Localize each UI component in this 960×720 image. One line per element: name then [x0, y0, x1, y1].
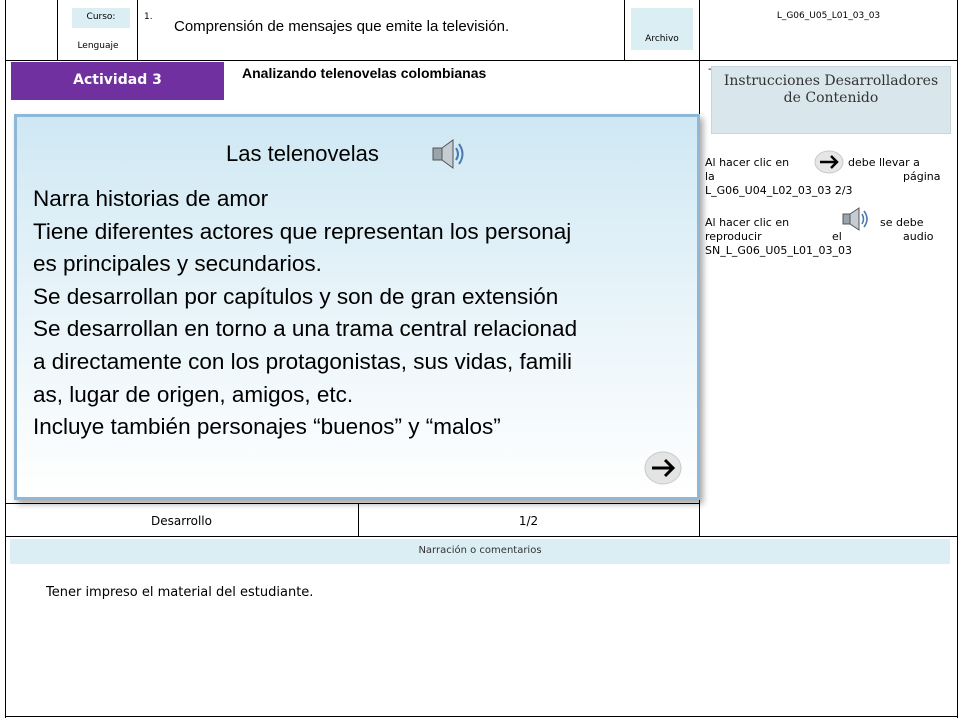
panel-line: es principales y secundarios. — [33, 251, 322, 277]
frame-left — [5, 0, 6, 718]
header-divider-3 — [624, 0, 625, 60]
speaker-small-icon — [840, 204, 872, 234]
narration-label: Narración o comentarios — [418, 545, 542, 556]
next-arrow-icon[interactable] — [643, 449, 683, 487]
rule1-text-b: debe llevar a — [848, 156, 920, 169]
rule1-text-e: L_G06_U04_L02_03_03 2/3 — [705, 184, 853, 197]
content-panel: Las telenovelas Narra historias de amor … — [14, 114, 700, 500]
activity-subtitle: Analizando telenovelas colombianas — [242, 65, 487, 81]
file-code: L_G06_U05_L01_03_03 — [776, 11, 881, 21]
stage-row-bottom — [5, 536, 958, 537]
panel-line: Tiene diferentes actores que representan… — [33, 218, 572, 244]
subject-label: Lenguaje — [77, 41, 119, 51]
rule1-text-c: la — [705, 170, 715, 183]
panel-heading: Las telenovelas — [226, 141, 379, 166]
archivo-label: Archivo — [645, 34, 679, 44]
row-number: 1. — [144, 12, 153, 22]
page-title: Comprensión de mensajes que emite la tel… — [174, 18, 510, 35]
curso-label: Curso: — [86, 12, 116, 22]
panel-line: Incluye también personajes “buenos” y “m… — [33, 414, 501, 440]
rule1-text-a: Al hacer clic en — [705, 156, 790, 169]
header-bottom-line — [5, 60, 958, 61]
rule2-text-d: el — [832, 230, 842, 243]
rule1-text-d: página — [903, 170, 941, 183]
header-divider-2 — [137, 0, 138, 60]
rule2-text-f: SN_L_G06_U05_L01_03_03 — [705, 244, 853, 257]
panel-body: Narra historias de amor Tiene diferentes… — [33, 183, 693, 444]
arrow-icon — [814, 150, 844, 174]
speaker-icon[interactable] — [429, 135, 469, 173]
panel-line: Se desarrollan en torno a una trama cent… — [33, 316, 578, 342]
page-indicator: 1/2 — [518, 514, 539, 528]
panel-line: Narra historias de amor — [33, 186, 269, 211]
rule2-text-b: se debe — [880, 216, 924, 229]
rule2-text-c: reproducir — [705, 230, 762, 243]
panel-line: as, lugar de origen, amigos, etc. — [33, 381, 354, 407]
stage-row-top — [5, 503, 700, 504]
activity-badge-label: Actividad 3 — [73, 72, 162, 88]
stage-label: Desarrollo — [151, 514, 212, 528]
panel-line: Se desarrollan por capítulos y son de gr… — [33, 283, 559, 309]
header-divider-1 — [57, 0, 58, 60]
narration-text: Tener impreso el material del estudiante… — [46, 585, 314, 600]
frame-right — [957, 0, 958, 718]
header-divider-4 — [699, 0, 700, 60]
frame-bottom — [5, 716, 958, 717]
rule2-text-a: Al hacer clic en — [705, 216, 790, 229]
rule2-text-e: audio — [903, 230, 934, 243]
instructions-title: Instrucciones Desarrolladores de Conteni… — [723, 73, 939, 106]
panel-line: a directamente con los protagonistas, su… — [33, 348, 573, 374]
